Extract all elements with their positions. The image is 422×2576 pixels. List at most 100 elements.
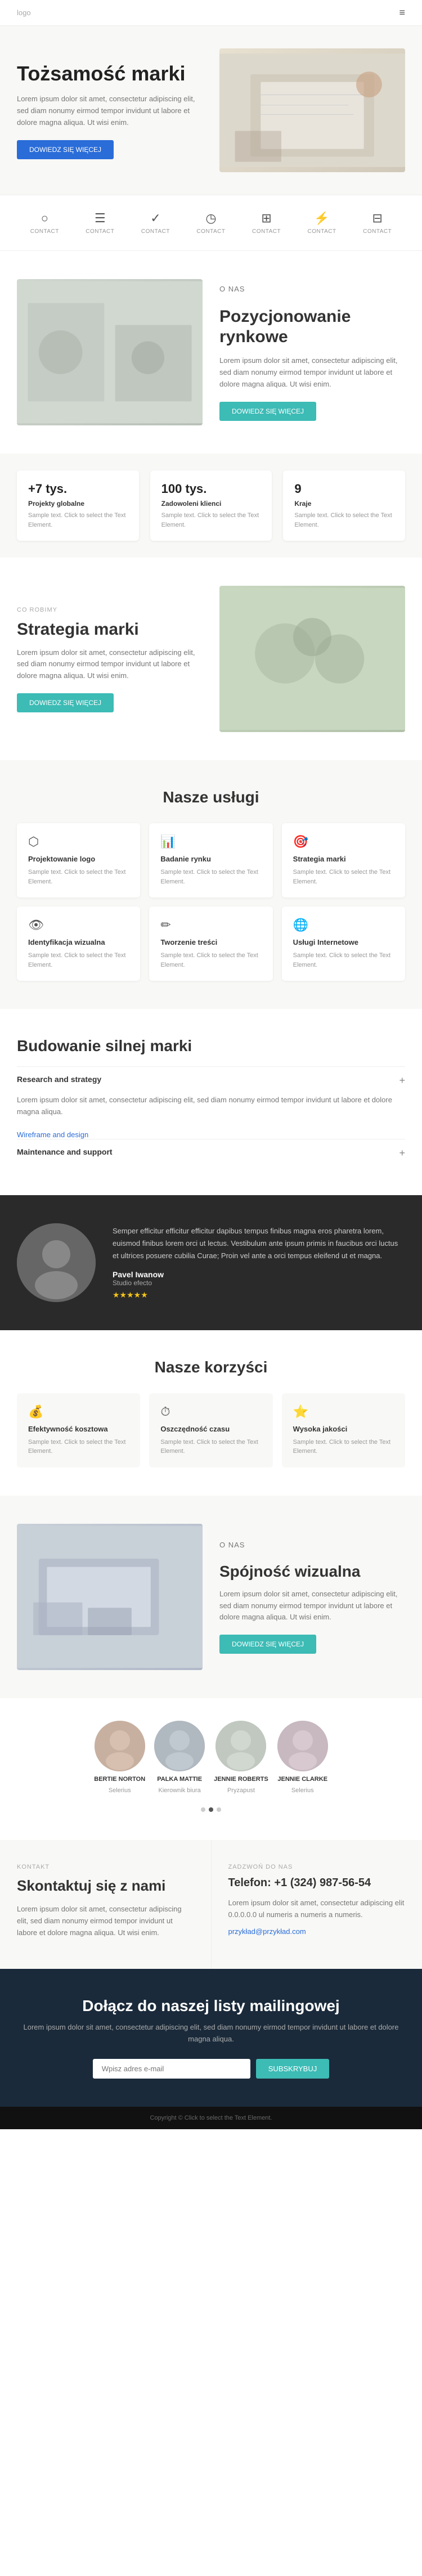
accordion-expand-icon-2: + — [399, 1147, 405, 1159]
stat-number-1: +7 tys. — [28, 482, 128, 496]
contact-section: KONTAKT Skontaktuj się z nami Lorem ipsu… — [0, 1840, 422, 1969]
icon-item-2[interactable]: ☰ CONTACT — [86, 211, 114, 235]
team-section: BERTIE NORTON Selerius PALKA MATTIE Kier… — [0, 1698, 422, 1840]
testimonial-section: Semper efficitur efficitur efficitur dap… — [0, 1195, 422, 1330]
benefits-grid: 💰 Efektywność kosztowa Sample text. Clic… — [17, 1393, 405, 1467]
page-indicator — [17, 1802, 405, 1829]
icon-item-5[interactable]: ⊞ CONTACT — [252, 211, 281, 235]
hero-image — [219, 48, 405, 172]
hero-cta-button[interactable]: DOWIEDZ SIĘ WIĘCEJ — [17, 140, 114, 159]
navigation: logo ≡ — [0, 0, 422, 26]
service-desc-6: Sample text. Click to select the Text El… — [293, 951, 394, 970]
stats-section: +7 tys. Projekty globalne Sample text. C… — [0, 454, 422, 558]
testimonial-stars: ★★★★★ — [113, 1290, 405, 1300]
visual-title: Spójność wizualna — [219, 1563, 405, 1581]
icon-label-7: CONTACT — [363, 228, 392, 235]
accordion-title-2: Maintenance and support — [17, 1147, 113, 1156]
service-icon-6: 🌐 — [293, 918, 394, 932]
accordion-item-1[interactable]: Research and strategy + — [17, 1066, 405, 1094]
benefit-desc-1: Sample text. Click to select the Text El… — [28, 1438, 129, 1456]
hero-description: Lorem ipsum dolor sit amet, consectetur … — [17, 93, 203, 128]
stat-label-2: Zadowoleni klienci — [161, 500, 261, 508]
team-avatar-4 — [277, 1721, 328, 1771]
service-icon-3: 🎯 — [293, 834, 394, 849]
logo: logo — [17, 8, 31, 17]
team-avatar-3 — [216, 1721, 266, 1771]
visual-cta-button[interactable]: DOWIEDZ SIĘ WIĘCEJ — [219, 1635, 316, 1654]
benefits-section: Nasze korzyści 💰 Efektywność kosztowa Sa… — [0, 1330, 422, 1496]
accordion-expand-icon-1: + — [399, 1075, 405, 1087]
positioning-cta-button[interactable]: DOWIEDZ SIĘ WIĘCEJ — [219, 402, 316, 421]
team-member-2: PALKA MATTIE Kierownik biura — [154, 1721, 205, 1794]
stat-number-2: 100 tys. — [161, 482, 261, 496]
service-title-6: Usługi Internetowe — [293, 938, 394, 946]
testimonial-text: Semper efficitur efficitur efficitur dap… — [113, 1225, 405, 1300]
benefit-desc-3: Sample text. Click to select the Text El… — [293, 1438, 394, 1456]
page-dot-3[interactable] — [217, 1807, 221, 1812]
strategy-cta-button[interactable]: DOWIEDZ SIĘ WIĘCEJ — [17, 693, 114, 712]
service-card-5: ✏ Tworzenie treści Sample text. Click to… — [149, 906, 272, 981]
newsletter-title: Dołącz do naszej listy mailingowej — [17, 1997, 405, 2015]
visual-label: O NAS — [219, 1540, 405, 1551]
newsletter-email-input[interactable] — [93, 2059, 250, 2079]
service-card-1: ⬡ Projektowanie logo Sample text. Click … — [17, 823, 140, 897]
icon-item-6[interactable]: ⚡ CONTACT — [308, 211, 336, 235]
strategy-description: Lorem ipsum dolor sit amet, consectetur … — [17, 647, 203, 682]
stat-desc-1: Sample text. Click to select the Text El… — [28, 511, 128, 529]
strategy-title: Strategia marki — [17, 620, 203, 639]
newsletter-form: SUBSKRYBUJ — [17, 2059, 405, 2079]
contact-left: KONTAKT Skontaktuj się z nami Lorem ipsu… — [0, 1840, 212, 1969]
team-name-1: BERTIE NORTON — [94, 1776, 145, 1783]
icon-item-1[interactable]: ○ CONTACT — [30, 211, 59, 235]
stat-card-2: 100 tys. Zadowoleni klienci Sample text.… — [150, 470, 272, 541]
stat-card-3: 9 Kraje Sample text. Click to select the… — [283, 470, 405, 541]
page-dot-1[interactable] — [201, 1807, 205, 1812]
accordion: Research and strategy + Lorem ipsum dolo… — [17, 1066, 405, 1167]
positioning-description: Lorem ipsum dolor sit amet, consectetur … — [219, 355, 405, 390]
newsletter-subscribe-button[interactable]: SUBSKRYBUJ — [256, 2059, 329, 2079]
service-desc-2: Sample text. Click to select the Text El… — [160, 868, 261, 886]
benefit-icon-1: 💰 — [28, 1404, 129, 1419]
team-avatar-1 — [95, 1721, 145, 1771]
benefit-title-1: Efektywność kosztowa — [28, 1425, 129, 1433]
icon-item-7[interactable]: ⊟ CONTACT — [363, 211, 392, 235]
stat-desc-2: Sample text. Click to select the Text El… — [161, 511, 261, 529]
strategy-image — [219, 586, 405, 732]
contact-label: KONTAKT — [17, 1863, 194, 1873]
phone-number: Telefon: +1 (324) 987-56-54 — [228, 1877, 406, 1890]
team-name-2: PALKA MATTIE — [157, 1776, 202, 1783]
services-grid: ⬡ Projektowanie logo Sample text. Click … — [17, 823, 405, 981]
icon-label-3: CONTACT — [141, 228, 170, 235]
service-icon-5: ✏ — [160, 918, 261, 932]
icon-label-2: CONTACT — [86, 228, 114, 235]
positioning-title: Pozycjonowanie rynkowe — [219, 307, 405, 347]
stat-desc-3: Sample text. Click to select the Text El… — [294, 511, 394, 529]
strategy-section: CO ROBIMY Strategia marki Lorem ipsum do… — [0, 558, 422, 760]
stat-card-1: +7 tys. Projekty globalne Sample text. C… — [17, 470, 139, 541]
team-member-1: BERTIE NORTON Selerius — [94, 1721, 145, 1794]
accordion-item-2[interactable]: Maintenance and support + — [17, 1139, 405, 1167]
page-dot-2[interactable] — [209, 1807, 213, 1812]
contact-email[interactable]: przykład@przykład.com — [228, 1927, 306, 1936]
icon-item-3[interactable]: ✓ CONTACT — [141, 211, 170, 235]
team-role-4: Selerius — [291, 1787, 314, 1794]
accordion-link-wireframe[interactable]: Wireframe and design — [17, 1130, 405, 1139]
positioning-text: O NAS Pozycjonowanie rynkowe Lorem ipsum… — [219, 284, 405, 420]
accordion-text-1: Lorem ipsum dolor sit amet, consectetur … — [17, 1094, 405, 1118]
positioning-image — [17, 279, 203, 425]
visual-image — [17, 1524, 203, 1670]
newsletter-description: Lorem ipsum dolor sit amet, consectetur … — [17, 2022, 405, 2045]
building-section: Budowanie silnej marki Research and stra… — [0, 1009, 422, 1195]
team-row: BERTIE NORTON Selerius PALKA MATTIE Kier… — [17, 1721, 405, 1794]
hero-section: Tożsamość marki Lorem ipsum dolor sit am… — [0, 26, 422, 195]
hero-title: Tożsamość marki — [17, 61, 203, 86]
service-card-4: 👁 Identyfikacja wizualna Sample text. Cl… — [17, 906, 140, 981]
icon-label-4: CONTACT — [196, 228, 225, 235]
service-icon-2: 📊 — [160, 834, 261, 849]
contact-icon-2: ☰ — [95, 211, 106, 226]
contact-description: Lorem ipsum dolor sit amet, consectetur … — [17, 1904, 194, 1938]
accordion-title-1: Research and strategy — [17, 1075, 101, 1084]
contact-address: Lorem ipsum dolor sit amet, consectetur … — [228, 1897, 406, 1921]
icon-item-4[interactable]: ◷ CONTACT — [196, 211, 225, 235]
hamburger-icon[interactable]: ≡ — [399, 7, 405, 19]
